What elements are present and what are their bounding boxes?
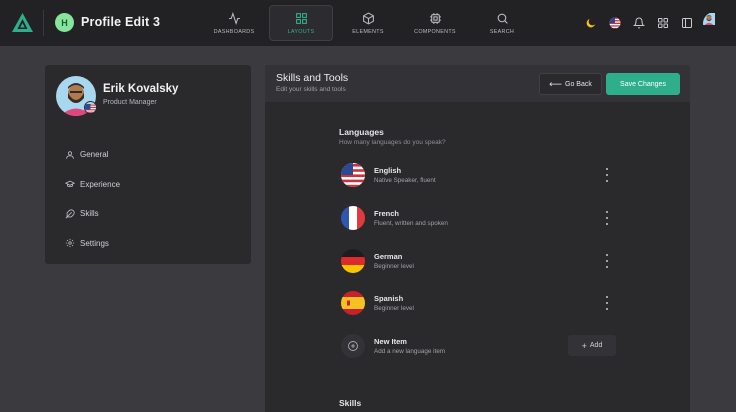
bell-icon	[633, 17, 645, 29]
add-circle-icon[interactable]	[341, 334, 365, 358]
project-badge[interactable]: H	[55, 13, 74, 32]
panel-subtitle: Edit your skills and tools	[276, 86, 346, 93]
moon-icon	[586, 19, 595, 28]
language-name: Spanish	[374, 294, 404, 303]
apps-button[interactable]	[651, 11, 675, 35]
list-item: Spanish Beginner level	[341, 291, 616, 317]
profile-menu-settings[interactable]: Settings	[65, 229, 120, 259]
more-options-icon[interactable]	[603, 254, 611, 268]
header-actions	[579, 11, 726, 35]
profile-menu-label: Settings	[80, 238, 109, 248]
language-selector[interactable]	[603, 11, 627, 35]
language-name: English	[374, 166, 402, 175]
list-item: English Native Speaker, fluent	[341, 163, 616, 189]
profile-menu-label: Experience	[80, 179, 121, 189]
grid-icon	[295, 12, 307, 24]
sidebar-toggle-icon	[682, 18, 692, 28]
new-item-hint: Add a new language item	[374, 348, 446, 355]
sidebar-toggle[interactable]	[675, 11, 699, 35]
logo-icon[interactable]	[12, 13, 33, 32]
profile-menu-label: General	[80, 150, 109, 160]
feather-icon	[65, 209, 75, 219]
profile-menu-label: Skills	[80, 209, 99, 219]
avatar-image	[703, 12, 715, 25]
nav-components[interactable]: COMPONENTS	[403, 5, 467, 41]
main-nav: DASHBOARDS LAYOUTS ELEMENTS COMPONENTS S…	[202, 5, 537, 41]
nav-layouts[interactable]: LAYOUTS	[269, 5, 333, 41]
nav-label: LAYOUTS	[287, 28, 315, 35]
us-flag-icon	[341, 163, 365, 187]
go-back-label: Go Back	[565, 80, 592, 88]
new-item-title: New Item	[374, 337, 407, 346]
search-icon	[497, 13, 508, 24]
profile-menu-skills[interactable]: Skills	[65, 199, 120, 229]
profile-flag-badge	[84, 101, 97, 114]
nav-label: SEARCH	[489, 28, 515, 35]
save-changes-button[interactable]: Save Changes	[606, 73, 680, 95]
nav-label: COMPONENTS	[414, 28, 456, 35]
nav-elements[interactable]: ELEMENTS	[336, 5, 400, 41]
profile-menu-experience[interactable]: Experience	[65, 170, 120, 200]
languages-subtitle: How many languages do you speak?	[339, 139, 446, 146]
fr-flag-icon	[341, 206, 365, 230]
add-language-button[interactable]: + Add	[568, 335, 616, 356]
more-options-icon[interactable]	[603, 211, 611, 225]
panel-title: Skills and Tools	[276, 72, 349, 84]
language-level: Native Speaker, fluent	[374, 177, 436, 184]
list-item: French Fluent, written and spoken	[341, 206, 616, 232]
plus-icon: +	[581, 340, 587, 351]
gear-icon	[65, 239, 75, 248]
language-level: Fluent, written and spoken	[374, 220, 448, 227]
cube-icon	[362, 11, 374, 25]
user-icon	[66, 151, 74, 159]
languages-title: Languages	[339, 127, 384, 137]
profile-role: Product Manager	[103, 99, 157, 106]
us-flag-icon	[609, 17, 621, 29]
user-avatar[interactable]	[703, 12, 726, 35]
notifications-button[interactable]	[627, 11, 651, 35]
language-name: French	[374, 209, 400, 218]
panel-header: Skills and Tools Edit your skills and to…	[265, 65, 690, 102]
nav-search[interactable]: SEARCH	[470, 5, 534, 41]
cpu-icon	[429, 12, 441, 24]
activity-icon	[228, 11, 240, 25]
es-flag-icon	[341, 291, 365, 315]
nav-label: DASHBOARDS	[213, 28, 255, 35]
profile-menu: General Experience Skills Settings	[65, 140, 120, 258]
profile-card: Erik Kovalsky Product Manager General Ex…	[45, 65, 251, 264]
theme-toggle[interactable]	[579, 11, 603, 35]
profile-menu-general[interactable]: General	[65, 140, 120, 170]
more-options-icon[interactable]	[603, 296, 611, 310]
nav-label: ELEMENTS	[352, 28, 384, 35]
project-title[interactable]: Profile Edit 3	[81, 15, 160, 29]
profile-name: Erik Kovalsky	[103, 83, 179, 95]
add-label: Add	[589, 342, 603, 349]
skills-title: Skills	[339, 398, 362, 408]
graduation-cap-icon	[65, 180, 75, 188]
header-divider	[43, 10, 44, 36]
language-level: Beginner level	[374, 305, 414, 312]
arrow-left-icon: ⟵	[549, 78, 563, 89]
go-back-button[interactable]: ⟵ Go Back	[539, 73, 602, 95]
language-name: German	[374, 252, 403, 261]
apps-grid-icon	[658, 18, 668, 28]
de-flag-icon	[341, 249, 365, 273]
top-bar: H Profile Edit 3 DASHBOARDS LAYOUTS ELEM…	[0, 0, 736, 46]
language-level: Beginner level	[374, 263, 414, 270]
nav-dashboards[interactable]: DASHBOARDS	[202, 5, 266, 41]
skills-panel: Skills and Tools Edit your skills and to…	[265, 65, 690, 412]
new-language-row: New Item Add a new language item + Add	[341, 334, 616, 360]
us-flag-icon	[85, 104, 96, 113]
more-options-icon[interactable]	[603, 168, 611, 182]
list-item: German Beginner level	[341, 249, 616, 275]
